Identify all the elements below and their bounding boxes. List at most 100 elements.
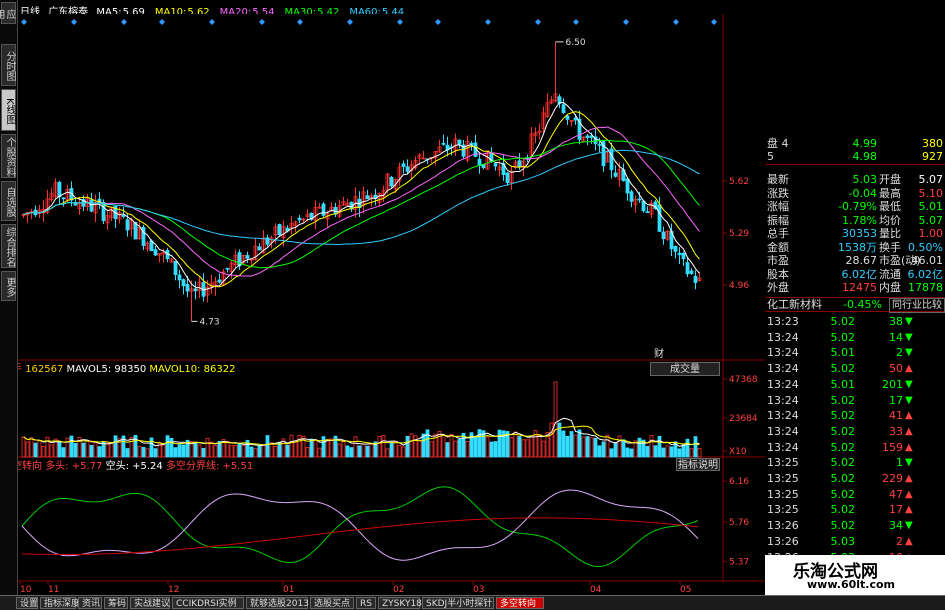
volume-bar — [69, 435, 74, 458]
candle-body — [245, 255, 250, 259]
candle-body — [469, 143, 474, 145]
volume-bar — [457, 438, 462, 458]
volume-bar — [169, 438, 174, 458]
indicator-help-button[interactable]: 指标说明 — [676, 458, 720, 471]
indicator-header: 多空转向 多头: +5.77 空头: +5.24 多空分界线: +5.51 — [18, 459, 253, 472]
tick-price: 5.02 — [830, 393, 856, 407]
indicator-y-tick: 5.76 — [729, 518, 749, 528]
volume-bar — [637, 437, 642, 458]
quote-field-label: 最高 — [879, 186, 901, 200]
candle-body — [225, 267, 230, 270]
tick-time: 13:25 — [767, 472, 799, 485]
tick-volume: 14 — [889, 330, 903, 344]
tick-time: 13:25 — [767, 503, 799, 517]
tab-6[interactable]: 就够选股2013 — [246, 597, 309, 609]
toolbar-item-2[interactable]: K线图 — [1, 89, 16, 131]
volume-y-tick: X10 — [729, 447, 747, 457]
candle-body — [181, 279, 186, 287]
tick-time: 13:24 — [767, 377, 799, 391]
volume-bar — [693, 436, 698, 458]
quote-field-value: 46.01 — [911, 254, 944, 267]
toolbar-item-0[interactable]: 应用 — [0, 2, 16, 24]
quote-field-label: 均价 — [879, 213, 901, 227]
price-y-tick: 4.96 — [729, 281, 749, 291]
volume-bar — [89, 445, 94, 458]
volume-bar — [61, 447, 66, 458]
tab-11[interactable]: 多空转向 — [496, 597, 544, 609]
volume-bar — [97, 446, 102, 458]
volume-bar — [265, 435, 270, 458]
quote-field-label: 最新 — [767, 173, 789, 186]
tick-volume: 50 — [889, 362, 903, 376]
quote-field-value: -0.04 — [848, 186, 877, 200]
tab-4[interactable]: 实战建议 — [130, 597, 170, 609]
indicator-header-part: 空头: — [106, 459, 133, 472]
tab-7[interactable]: 选股买点 — [310, 597, 354, 609]
toolbar-item-5[interactable]: 综合排名 — [1, 224, 16, 268]
tick-volume: 17 — [889, 503, 903, 517]
volume-bar — [677, 448, 682, 458]
indicator-header-part: 多空转向 — [18, 459, 45, 472]
quote-field-value: 28.67 — [845, 254, 878, 267]
tab-9[interactable]: ZYSKY18 — [378, 597, 422, 609]
volume-bar — [685, 438, 690, 458]
up-arrow-icon: ▲ — [905, 410, 913, 422]
volume-bar — [577, 429, 582, 458]
candle-body — [629, 191, 634, 202]
indicator-y-tick: 6.16 — [729, 477, 749, 487]
candle-body — [641, 200, 646, 212]
up-arrow-icon: ▲ — [905, 488, 913, 500]
quote-field-value: 5.01 — [918, 200, 944, 213]
volume-bar — [201, 447, 206, 458]
volume-bar — [669, 446, 674, 458]
tab-3[interactable]: 筹码 — [104, 597, 128, 609]
candle-body — [321, 203, 326, 216]
toolbar-item-4[interactable]: 自选股 — [1, 181, 16, 221]
finance-marker-icon: 财 — [654, 347, 664, 360]
compare-button[interactable]: 同行业比较 — [889, 298, 945, 313]
volume-bar — [237, 443, 242, 458]
candle-body — [57, 181, 62, 198]
x-axis-label: 02 — [393, 585, 404, 595]
volume-bar — [309, 438, 314, 458]
x-axis-label: 10 — [20, 585, 32, 595]
sector-name: 化工新材料 — [767, 298, 822, 311]
tick-volume: 33 — [889, 424, 903, 438]
tab-0[interactable]: 设置 — [16, 597, 38, 609]
volume-bar — [173, 447, 178, 458]
bid-price: 4.99 — [852, 137, 878, 150]
kline-chart[interactable]: 6.50 4.73 5.62 5.29 4.96 财总手 162567 MAVOL5: 9… — [18, 14, 765, 595]
volume-bar — [477, 429, 482, 458]
volume-header-part: 98350 — [114, 364, 149, 375]
tick-time: 13:26 — [767, 534, 799, 548]
volume-bar — [561, 430, 566, 458]
candle-body — [217, 279, 222, 283]
tab-8[interactable]: RS — [356, 597, 376, 609]
tab-1[interactable]: 指标深度 — [40, 597, 80, 609]
toolbar-item-6[interactable]: 更多 — [1, 271, 16, 301]
quote-field-label: 量比 — [879, 227, 901, 240]
volume-bar — [565, 435, 570, 458]
quote-panel: 盘 4 4.99 380 5 4.98 927 最新 5.03 开盘 5.07 涨跌 -0.04 最高 5… — [765, 133, 945, 595]
tick-volume: 38 — [889, 315, 903, 328]
volume-bar — [277, 441, 282, 458]
tab-2[interactable]: 资讯 — [78, 597, 102, 609]
up-arrow-icon: ▲ — [905, 504, 913, 516]
quote-field-value: -0.79% — [838, 200, 877, 213]
volume-bar — [249, 446, 254, 458]
candle-body — [681, 252, 686, 260]
candle-body — [609, 148, 614, 171]
toolbar-item-3[interactable]: 个股资料 — [1, 134, 16, 178]
volume-bar — [629, 448, 634, 458]
volume-bar — [257, 445, 262, 458]
volume-bar — [405, 435, 410, 458]
tick-volume: 159 — [882, 440, 903, 454]
tab-5[interactable]: CCIKDRSI实例 — [172, 597, 244, 609]
tab-10[interactable]: SKDJ半小时探针 — [422, 597, 494, 609]
volume-bar — [73, 442, 78, 458]
toolbar-item-1[interactable]: 分时图 — [1, 44, 16, 86]
tick-price: 5.02 — [830, 472, 856, 485]
candle-body — [133, 222, 138, 240]
volume-selector[interactable]: 成交量 — [650, 362, 720, 376]
candle-body — [121, 215, 126, 217]
